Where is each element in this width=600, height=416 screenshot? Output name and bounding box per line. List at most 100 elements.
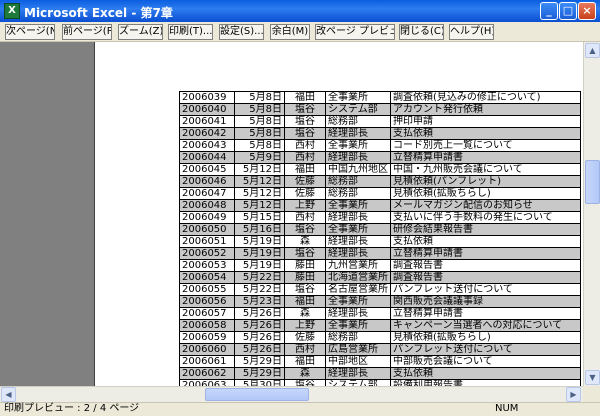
cell-id: 2006042 [179,127,235,140]
scroll-down-arrow-icon[interactable]: ▼ [585,370,600,385]
help-button[interactable]: ヘルプ(H) [449,24,494,40]
cell-id: 2006053 [179,259,235,272]
cell-id: 2006057 [179,307,235,320]
table-row: 2006044 5月9日 西村 経理部長 立替精算申請書 [179,151,581,164]
cell-subject: 立替精算申請書 [390,247,581,260]
vertical-scrollbar[interactable]: ▲ ▼ [583,42,600,386]
cell-dept: 全事業所 [325,91,391,104]
cell-date: 5月26日 [234,319,285,332]
cell-id: 2006058 [179,319,235,332]
table-row: 2006039 5月8日 福田 全事業所 調査依頼(見込みの修正について) [179,91,581,104]
cell-date: 5月16日 [234,223,285,236]
horizontal-scroll-thumb[interactable] [205,388,309,401]
cell-date: 5月19日 [234,247,285,260]
cell-date: 5月22日 [234,283,285,296]
cell-name: 佐藤 [284,175,326,188]
cell-date: 5月29日 [234,367,285,380]
print-button[interactable]: 印刷(T)... [168,24,213,40]
cell-date: 5月26日 [234,343,285,356]
cell-name: 西村 [284,211,326,224]
cell-date: 5月15日 [234,211,285,224]
cell-dept: 経理部長 [325,247,391,260]
cell-dept: 北海道営業所 [325,271,391,284]
preview-page[interactable]: 2006039 5月8日 福田 全事業所 調査依頼(見込みの修正について) 2006040… [94,42,583,386]
cell-id: 2006062 [179,367,235,380]
cell-subject: 見積依頼(パンフレット) [390,175,581,188]
cell-date: 5月8日 [234,91,285,104]
close-preview-button[interactable]: 閉じる(C) [399,24,444,40]
cell-name: 福田 [284,355,326,368]
scroll-up-arrow-icon[interactable]: ▲ [585,43,600,58]
cell-name: 森 [284,235,326,248]
table-row: 2006061 5月29日 福田 中部地区 中部販売会議について [179,355,581,368]
cell-name: 上野 [284,199,326,212]
cell-name: 西村 [284,343,326,356]
cell-dept: 全事業所 [325,139,391,152]
table-row: 2006050 5月16日 塩谷 全事業所 研修会結果報告書 [179,223,581,236]
table-row: 2006046 5月12日 佐藤 総務部 見積依頼(パンフレット) [179,175,581,188]
table-row: 2006059 5月26日 佐藤 総務部 見積依頼(拡販ちらし) [179,331,581,344]
next-page-button[interactable]: 次ページ(N) [5,24,55,40]
cell-id: 2006061 [179,355,235,368]
cell-id: 2006043 [179,139,235,152]
data-table: 2006039 5月8日 福田 全事業所 調査依頼(見込みの修正について) 2006040… [179,91,581,386]
table-row: 2006051 5月19日森経理部長 支払依頼 [179,235,581,248]
cell-dept: 総務部 [325,175,391,188]
cell-name: 佐藤 [284,187,326,200]
cell-id: 2006048 [179,199,235,212]
table-row: 2006043 5月8日 西村 全事業所 コード別売上一覧について [179,139,581,152]
cell-subject: 支払依頼 [390,367,581,380]
cell-dept: 広島営業所 [325,343,391,356]
cell-dept: 経理部長 [325,235,391,248]
title-bar: X Microsoft Excel - 第7章 _ □ × [0,0,600,22]
cell-date: 5月8日 [234,139,285,152]
cell-subject: 見積依頼(拡販ちらし) [390,331,581,344]
cell-name: 西村 [284,151,326,164]
cell-subject: 調査報告書 [390,271,581,284]
zoom-button[interactable]: ズーム(Z) [118,24,163,40]
previous-page-button[interactable]: 前ページ(P) [62,24,112,40]
cell-subject: 支払依頼 [390,235,581,248]
cell-id: 2006050 [179,223,235,236]
cell-dept: 総務部 [325,331,391,344]
cell-dept: 全事業所 [325,223,391,236]
margins-button[interactable]: 余白(M) [270,24,310,40]
scroll-right-arrow-icon[interactable]: ▶ [566,387,581,402]
cell-date: 5月26日 [234,331,285,344]
cell-dept: システム部 [325,103,391,116]
cell-subject: キャンペーン当選者への対応について [390,319,581,332]
table-row: 2006052 5月19日 塩谷 経理部長 立替精算申請書 [179,247,581,260]
minimize-button[interactable]: _ [540,2,558,20]
cell-name: 森 [284,367,326,380]
cell-dept: 経理部長 [325,367,391,380]
excel-icon[interactable]: X [4,3,20,19]
cell-date: 5月8日 [234,103,285,116]
cell-date: 5月9日 [234,151,285,164]
cell-date: 5月19日 [234,259,285,272]
cell-name: 森 [284,307,326,320]
cell-dept: 経理部長 [325,127,391,140]
table-row: 2006041 5月8日 塩谷 総務部 押印申請 [179,115,581,128]
page-break-preview-button[interactable]: 改ページ プレビュー(V) [315,24,395,40]
vertical-scroll-thumb[interactable] [585,160,600,204]
cell-dept: 中国九州地区 [325,163,391,176]
cell-name: 福田 [284,91,326,104]
horizontal-scrollbar[interactable]: ◀ ▶ [0,386,583,402]
setup-button[interactable]: 設定(S)... [219,24,264,40]
cell-dept: 全事業所 [325,199,391,212]
cell-subject: 中国・九州販売会議について [390,163,581,176]
cell-name: 佐藤 [284,331,326,344]
cell-id: 2006060 [179,343,235,356]
table-row: 2006057 5月26日森経理部長 立替精算申請書 [179,307,581,320]
cell-subject: 支払依頼 [390,127,581,140]
maximize-button[interactable]: □ [559,2,577,20]
cell-subject: 調査報告書 [390,259,581,272]
preview-area: 2006039 5月8日 福田 全事業所 調査依頼(見込みの修正について) 2006040… [0,42,583,386]
cell-date: 5月23日 [234,295,285,308]
table-row: 2006054 5月22日 藤田 北海道営業所 調査報告書 [179,271,581,284]
cell-dept: 経理部長 [325,211,391,224]
cell-date: 5月22日 [234,271,285,284]
close-window-button[interactable]: × [578,2,596,20]
cell-subject: 調査依頼(見込みの修正について) [390,91,581,104]
scroll-left-arrow-icon[interactable]: ◀ [1,387,16,402]
